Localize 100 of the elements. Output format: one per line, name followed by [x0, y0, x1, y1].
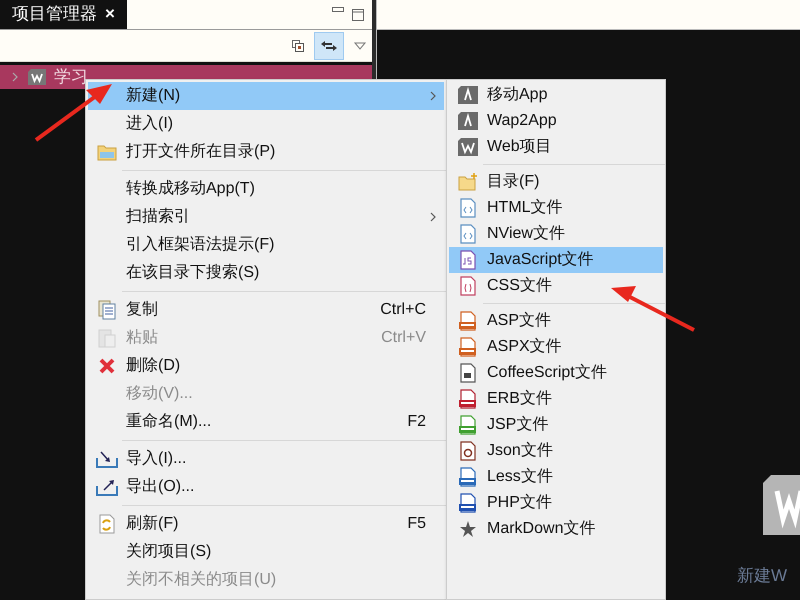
menu-item-label: Json文件 [487, 440, 554, 461]
project-icon [28, 69, 46, 85]
link-editor-button[interactable] [314, 32, 344, 60]
menu-item-label: 粘贴 [126, 328, 159, 348]
menu-item-label: ERB文件 [487, 388, 553, 409]
import-icon [96, 450, 118, 468]
menu-item[interactable]: CoffeeScript文件 [449, 360, 663, 386]
menu-item[interactable]: 刷新(F) F5 [88, 510, 444, 538]
menu-item[interactable]: JSP文件 [449, 412, 663, 438]
export-icon [96, 478, 118, 496]
menu-item[interactable]: CSS文件 [449, 273, 663, 299]
menu-item-label: 导出(O)... [126, 476, 196, 497]
dropdown-icon[interactable] [354, 42, 366, 50]
menu-item-label: 移动App [487, 85, 548, 105]
menu-item-label: MarkDown文件 [487, 518, 596, 539]
menu-item[interactable]: MarkDown文件 [449, 516, 663, 542]
menu-item-label: JavaScript文件 [487, 250, 595, 270]
menu-item[interactable]: 新建(N) [88, 82, 444, 110]
shortcut-text: Ctrl+C [380, 300, 427, 320]
caption-text: 新建W [737, 565, 788, 587]
delete-icon [98, 357, 116, 375]
menu-item[interactable]: 扫描索引 [88, 203, 444, 231]
menu-item-label: 删除(D) [126, 356, 182, 376]
menu-item[interactable]: 打开文件所在目录(P) [88, 138, 444, 166]
file-icon [459, 224, 477, 244]
file-icon [459, 276, 477, 296]
menu-item-label: 目录(F) [487, 172, 540, 192]
file-icon [459, 467, 477, 487]
menu-item[interactable]: ERB文件 [449, 386, 663, 412]
menu-item[interactable]: 复制 Ctrl+C [88, 296, 444, 324]
file-icon [459, 311, 477, 331]
menu-item-label: 进入(I) [126, 114, 174, 134]
menu-item[interactable]: 导入(I)... [88, 445, 444, 473]
menu-item-label: Web项目 [487, 137, 553, 157]
menu-item-label: 关闭项目(S) [126, 542, 212, 562]
refresh-icon [98, 514, 116, 534]
menu-item-label: 刷新(F) [126, 514, 180, 534]
menu-item[interactable]: PHP文件 [449, 490, 663, 516]
menu-item[interactable]: 目录(F) [449, 169, 663, 195]
menu-item[interactable]: 重命名(M)... F2 [88, 408, 444, 436]
menu-item-label: NView文件 [487, 224, 566, 244]
menu-item[interactable]: 导出(O)... [88, 473, 444, 501]
shortcut-text: F5 [407, 514, 427, 534]
menu-item-label: JSP文件 [487, 414, 550, 435]
shortcut-text: F2 [407, 412, 427, 432]
star-icon [459, 520, 477, 538]
menu-item-label: 在该目录下搜索(S) [126, 262, 260, 283]
file-icon [459, 441, 477, 461]
menu-item[interactable]: 进入(I) [88, 110, 444, 138]
menu-item[interactable]: 删除(D) [88, 352, 444, 380]
panel-tab[interactable]: 项目管理器 × [0, 0, 127, 29]
file-icon [459, 198, 477, 218]
file-icon [459, 337, 477, 357]
maximize-icon[interactable] [352, 9, 364, 21]
menu-item-label: 移动(V)... [126, 384, 194, 404]
menu-item[interactable]: 关闭项目(S) [88, 538, 444, 566]
menu-item-label: HTML文件 [487, 198, 564, 218]
menu-item[interactable]: Json文件 [449, 438, 663, 464]
file-icon [459, 250, 477, 270]
menu-item-label: Less文件 [487, 466, 554, 487]
menu-item[interactable]: 在该目录下搜索(S) [88, 259, 444, 287]
menu-item[interactable]: 引入框架语法提示(F) [88, 231, 444, 259]
close-button[interactable]: × [105, 1, 115, 27]
menu-item-label: PHP文件 [487, 492, 553, 513]
logo-icon [763, 475, 800, 535]
collapse-icon[interactable] [292, 40, 304, 52]
menu-item[interactable]: ASP文件 [449, 308, 663, 334]
menu-item[interactable]: NView文件 [449, 221, 663, 247]
menu-item-label: Wap2App [487, 111, 558, 131]
menu-item[interactable]: Wap2App [449, 108, 663, 134]
shortcut-text: Ctrl+V [381, 328, 427, 348]
document-icon [98, 300, 116, 320]
app-tile-icon [458, 138, 478, 156]
menu-item[interactable]: JavaScript文件 [449, 247, 663, 273]
menu-item-label: CoffeeScript文件 [487, 362, 608, 383]
file-icon [459, 493, 477, 513]
menu-item[interactable]: Web项目 [449, 134, 663, 160]
swap-arrows-icon [320, 40, 338, 52]
menu-item[interactable]: 移动App [449, 82, 663, 108]
menu-item-label: 扫描索引 [126, 206, 191, 227]
file-icon [459, 363, 477, 383]
menu-item-label: 打开文件所在目录(P) [126, 142, 276, 162]
menu-item-label: ASPX文件 [487, 336, 563, 357]
app-tile-icon [458, 86, 478, 104]
chevron-icon[interactable] [10, 72, 20, 82]
minimize-icon[interactable] [332, 7, 344, 13]
menu-item-label: ASP文件 [487, 310, 552, 331]
app-tile-icon [458, 112, 478, 130]
menu-item[interactable]: ASPX文件 [449, 334, 663, 360]
menu-item-label: 引入框架语法提示(F) [126, 234, 276, 255]
tab-title: 项目管理器 [12, 3, 97, 26]
clipboard-icon [98, 328, 116, 348]
menu-item-label: 复制 [126, 300, 159, 320]
menu-item-label: 转换成移动App(T) [126, 178, 256, 199]
file-icon [459, 415, 477, 435]
menu-item-label: 关闭不相关的项目(U) [126, 570, 278, 590]
menu-item[interactable]: HTML文件 [449, 195, 663, 221]
file-icon [459, 389, 477, 409]
menu-item[interactable]: Less文件 [449, 464, 663, 490]
menu-item[interactable]: 转换成移动App(T) [88, 175, 444, 203]
